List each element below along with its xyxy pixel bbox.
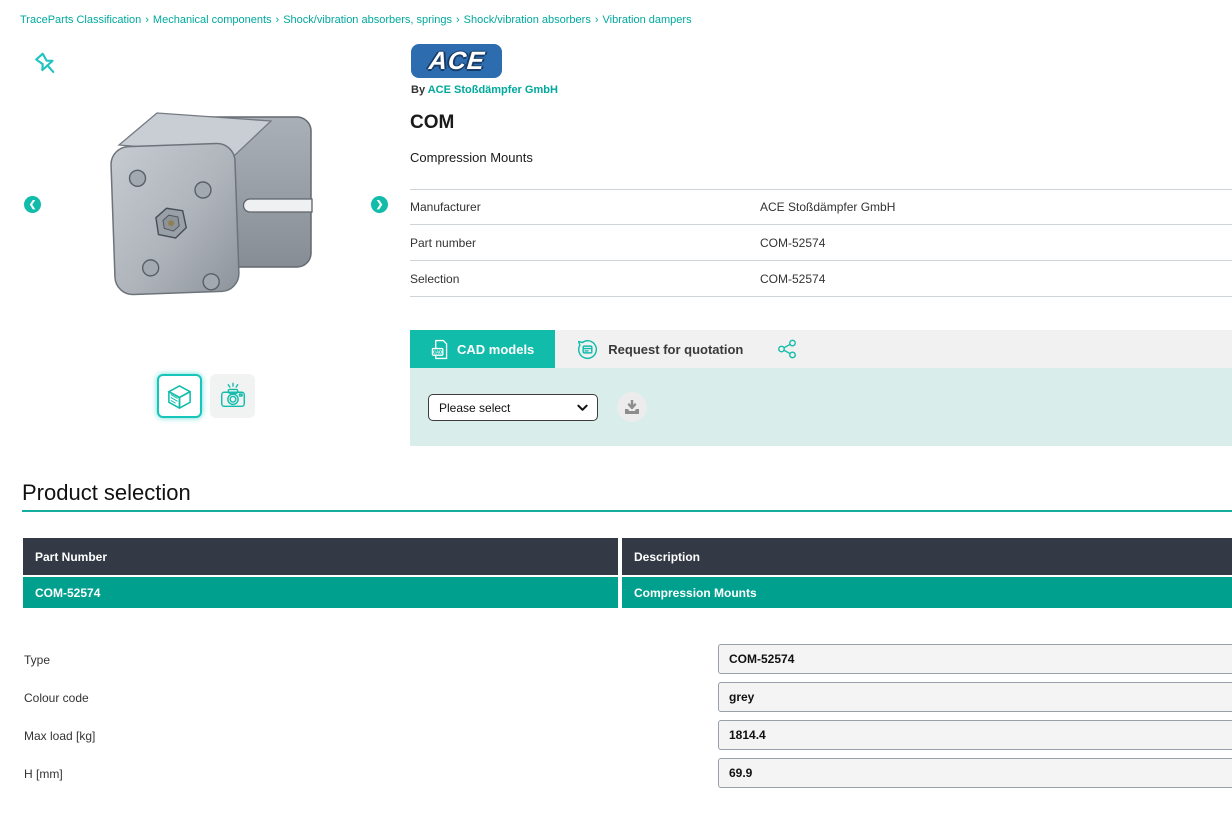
breadcrumb-separator: ›: [456, 14, 460, 26]
camera-icon: [218, 381, 248, 411]
max-load-field[interactable]: [718, 720, 1232, 750]
viewer-mode-buttons: [157, 374, 255, 418]
3d-model-viewport[interactable]: [105, 95, 345, 310]
breadcrumb-separator: ›: [276, 14, 280, 26]
product-page: TraceParts Classification › Mechanical com…: [0, 0, 1232, 814]
tab-bar: CAD CAD models Request for quotation: [410, 330, 1232, 368]
field-label: Type: [24, 653, 50, 667]
info-row-part-number: Part number COM-52574: [410, 225, 1232, 261]
product-title: COM: [410, 112, 454, 134]
cell-description[interactable]: Compression Mounts: [622, 577, 1232, 608]
photo-view-button[interactable]: [210, 374, 255, 418]
info-value: COM-52574: [760, 236, 825, 250]
breadcrumb-separator: ›: [145, 14, 149, 26]
cad-document-icon: CAD: [431, 339, 448, 360]
breadcrumb-separator: ›: [595, 14, 599, 26]
select-value: Please select: [429, 401, 577, 415]
manufacturer-logo[interactable]: ACE: [411, 44, 502, 78]
share-icon: [776, 338, 798, 360]
breadcrumb-link[interactable]: Vibration dampers: [603, 14, 692, 26]
field-row-max-load: Max load [kg]: [0, 720, 1232, 752]
chevron-right-icon: ❯: [376, 199, 384, 210]
svg-text:CAD: CAD: [433, 349, 442, 354]
colour-code-field[interactable]: [718, 682, 1232, 712]
tab-label: CAD models: [457, 342, 534, 357]
product-subtitle: Compression Mounts: [410, 150, 533, 165]
field-label: H [mm]: [24, 767, 63, 781]
cube-3d-icon: [166, 383, 193, 410]
breadcrumb-link[interactable]: TraceParts Classification: [20, 14, 141, 26]
column-header-description: Description: [622, 538, 1232, 575]
field-row-h: H [mm]: [0, 758, 1232, 790]
cad-models-panel: Please select: [410, 368, 1232, 446]
type-field[interactable]: [718, 644, 1232, 674]
breadcrumb-link[interactable]: Shock/vibration absorbers, springs: [283, 14, 452, 26]
table-header-row: Part Number Description: [23, 538, 1232, 575]
cell-part-number[interactable]: COM-52574: [23, 577, 618, 608]
info-row-manufacturer: Manufacturer ACE Stoßdämpfer GmbH: [410, 189, 1232, 225]
3d-view-button[interactable]: [157, 374, 202, 418]
info-value: COM-52574: [760, 272, 825, 286]
info-label: Manufacturer: [410, 200, 481, 214]
quotation-bubble-icon: [576, 338, 599, 361]
breadcrumb-link[interactable]: Mechanical components: [153, 14, 272, 26]
download-button[interactable]: [617, 392, 647, 422]
download-icon: [624, 400, 640, 415]
pin-icon[interactable]: [32, 50, 62, 80]
byline: By ACE Stoßdämpfer GmbH: [411, 84, 558, 96]
info-row-selection: Selection COM-52574: [410, 261, 1232, 297]
manufacturer-link[interactable]: ACE Stoßdämpfer GmbH: [428, 84, 558, 96]
by-label: By: [411, 84, 425, 96]
product-info-table: Manufacturer ACE Stoßdämpfer GmbH Part n…: [410, 189, 1232, 297]
field-label: Max load [kg]: [24, 729, 95, 743]
attribute-fields: Type Colour code Max load [kg] H [mm]: [0, 644, 1232, 796]
field-row-colour-code: Colour code: [0, 682, 1232, 714]
table-row[interactable]: COM-52574 Compression Mounts: [23, 577, 1232, 608]
info-label: Part number: [410, 236, 476, 250]
info-value: ACE Stoßdämpfer GmbH: [760, 200, 895, 214]
tab-request-quotation[interactable]: Request for quotation: [555, 330, 764, 368]
section-heading: Product selection: [22, 480, 191, 506]
previous-image-button[interactable]: ❮: [24, 196, 41, 213]
column-header-part-number: Part Number: [23, 538, 618, 575]
field-label: Colour code: [24, 691, 89, 705]
breadcrumb: TraceParts Classification › Mechanical com…: [20, 14, 692, 26]
share-button[interactable]: [776, 330, 798, 368]
cad-format-select[interactable]: Please select: [428, 394, 598, 421]
breadcrumb-link[interactable]: Shock/vibration absorbers: [464, 14, 591, 26]
next-image-button[interactable]: ❯: [371, 196, 388, 213]
detail-tabs: CAD CAD models Request for quotation: [410, 330, 1232, 446]
section-divider: [22, 510, 1232, 512]
logo-text: ACE: [427, 47, 486, 76]
field-row-type: Type: [0, 644, 1232, 676]
info-label: Selection: [410, 272, 459, 286]
h-field[interactable]: [718, 758, 1232, 788]
chevron-left-icon: ❮: [29, 199, 37, 210]
product-selection-table: Part Number Description COM-52574 Compre…: [23, 538, 1232, 608]
tab-cad-models[interactable]: CAD CAD models: [410, 330, 555, 368]
tab-label: Request for quotation: [608, 342, 743, 357]
chevron-down-icon: [577, 404, 588, 412]
